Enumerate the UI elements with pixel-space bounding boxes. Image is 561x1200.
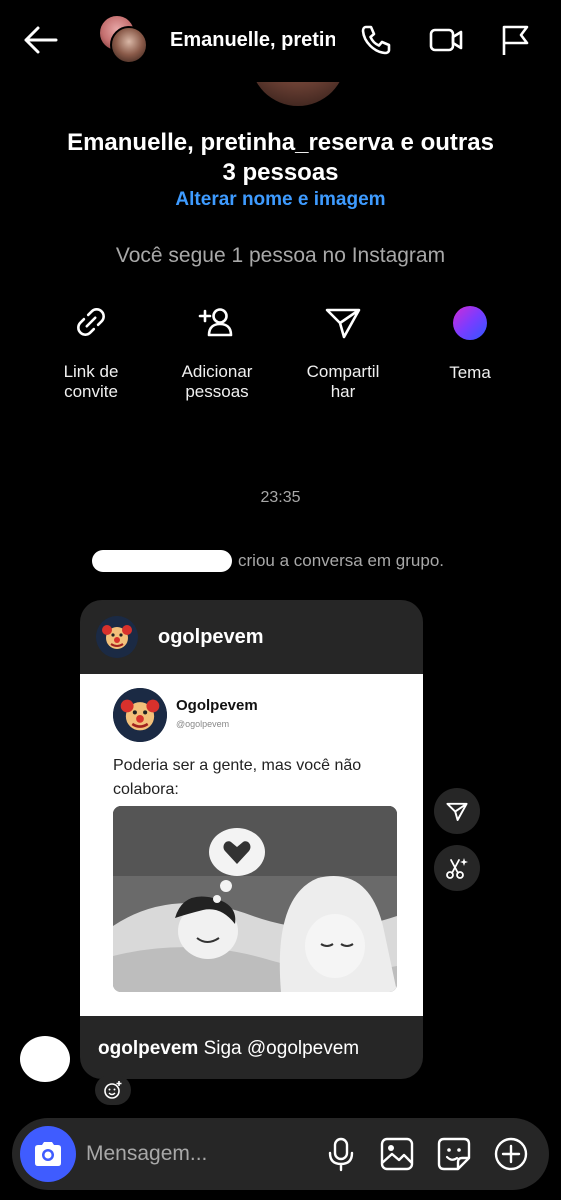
couple-in-bed-illustration <box>113 806 397 992</box>
add-people-button[interactable]: Adicionar pessoas <box>162 302 272 402</box>
sticker-icon[interactable] <box>436 1136 472 1172</box>
remix-button[interactable] <box>434 845 480 891</box>
action-label: Tema <box>449 363 491 382</box>
gallery-icon[interactable] <box>379 1136 415 1172</box>
camera-button[interactable] <box>20 1126 76 1182</box>
tweet-author-handle: @ogolpevem <box>176 719 230 729</box>
group-avatar[interactable] <box>98 14 150 66</box>
theme-dot-icon <box>453 306 487 340</box>
clown-avatar-icon <box>96 616 138 658</box>
post-caption: ogolpevem Siga @ogolpevem <box>98 1038 359 1060</box>
invite-link-button[interactable]: Link de convite <box>36 302 146 402</box>
follow-info: Você segue 1 pessoa no Instagram <box>115 244 446 267</box>
redacted-username <box>92 550 232 572</box>
theme-button[interactable]: Tema <box>415 302 525 383</box>
clown-avatar-icon <box>113 688 167 742</box>
forward-button[interactable] <box>434 788 480 834</box>
group-name: Emanuelle, pretinha_reserva e outras 3 p… <box>67 129 494 186</box>
add-person-icon <box>198 308 233 337</box>
action-label: Adicionar pessoas <box>181 362 253 401</box>
share-button[interactable]: Compartil har <box>288 302 398 402</box>
caption-text: Siga @ogolpevem <box>198 1038 360 1059</box>
system-message: criou a conversa em grupo. <box>238 551 444 570</box>
tweet-author-name: Ogolpevem <box>176 697 258 714</box>
emoji-add-icon <box>104 1081 122 1099</box>
send-icon <box>325 308 361 339</box>
action-label: Compartil har <box>306 362 380 401</box>
back-arrow-icon[interactable] <box>22 24 58 56</box>
tweet-avatar <box>113 688 167 742</box>
phone-icon[interactable] <box>358 22 394 58</box>
post-author-avatar <box>96 616 138 658</box>
tweet-illustration <box>113 806 397 992</box>
plus-circle-icon[interactable] <box>493 1136 529 1172</box>
edit-name-image-link[interactable]: Alterar nome e imagem <box>60 189 501 211</box>
member-avatar <box>110 26 148 64</box>
add-reaction-button[interactable] <box>95 1075 131 1105</box>
action-label: Link de convite <box>63 362 119 401</box>
post-content[interactable]: Ogolpevem @ogolpevem Poderia ser a gente… <box>80 674 423 1016</box>
tweet-text: Poderia ser a gente, mas você não colabo… <box>113 757 362 798</box>
message-timestamp: 23:35 <box>260 489 301 506</box>
link-icon <box>77 308 105 336</box>
caption-username[interactable]: ogolpevem <box>98 1038 198 1059</box>
chat-header: Emanuelle, pretinha_reserva e outras 3 p… <box>0 0 561 82</box>
message-composer <box>12 1118 549 1190</box>
send-icon <box>446 802 468 821</box>
microphone-icon[interactable] <box>323 1136 359 1172</box>
post-author-username[interactable]: ogolpevem <box>158 626 264 649</box>
message-input[interactable] <box>86 1138 306 1170</box>
sender-avatar-redacted[interactable] <box>20 1036 70 1082</box>
scissors-sparkle-icon <box>446 858 468 879</box>
video-camera-icon[interactable] <box>428 22 464 58</box>
shared-post-header[interactable]: ogolpevem <box>80 600 423 674</box>
camera-icon <box>35 1142 61 1166</box>
header-title[interactable]: Emanuelle, pretinha_reserva e outras 3 p… <box>170 29 335 52</box>
shared-post-card[interactable]: ogolpevem Ogolpevem @ogolpevem Poderia s… <box>80 600 423 1079</box>
flag-icon[interactable] <box>497 22 533 58</box>
